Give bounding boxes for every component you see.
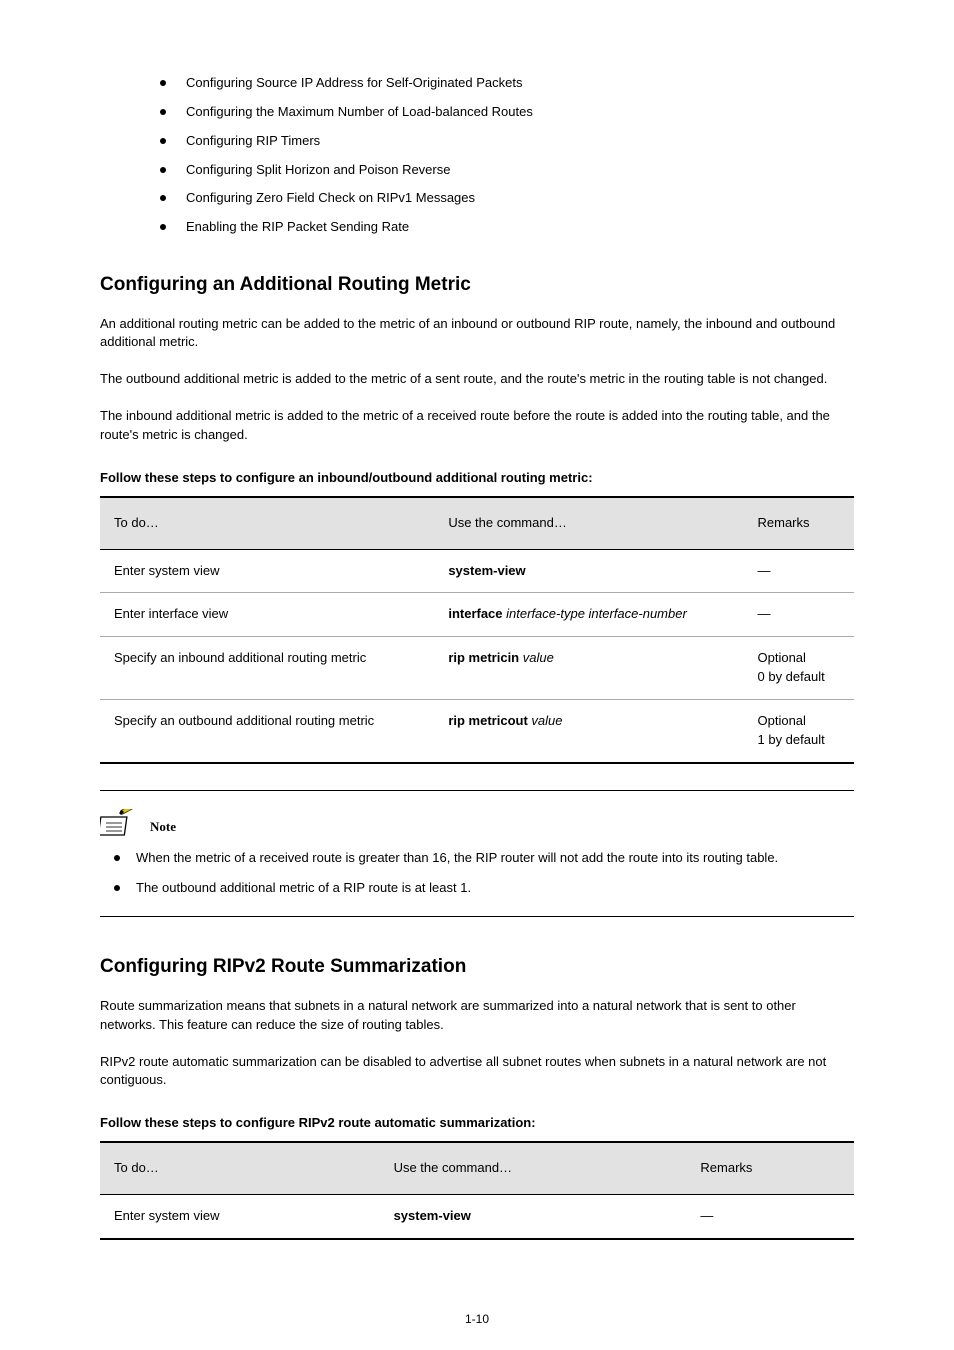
command-keyword: interface bbox=[448, 606, 502, 621]
note-head: Note bbox=[100, 809, 854, 837]
cell: — bbox=[686, 1194, 854, 1238]
cell: system-view bbox=[380, 1194, 687, 1238]
paragraph: RIPv2 route automatic summarization can … bbox=[100, 1053, 854, 1091]
list-item: Configuring RIP Timers bbox=[160, 132, 854, 151]
list-item: Configuring Zero Field Check on RIPv1 Me… bbox=[160, 189, 854, 208]
table-row: Enter interface view interface interface… bbox=[100, 593, 854, 637]
table-row: Specify an outbound additional routing m… bbox=[100, 699, 854, 762]
cell: Enter interface view bbox=[100, 593, 434, 637]
page-number: 1-10 bbox=[465, 1311, 489, 1328]
list-item: Configuring Source IP Address for Self-O… bbox=[160, 74, 854, 93]
cell: — bbox=[744, 549, 855, 593]
note-item: When the metric of a received route is g… bbox=[114, 849, 854, 868]
command-keyword: rip metricin bbox=[448, 650, 519, 665]
bullet-text: Configuring Source IP Address for Self-O… bbox=[186, 75, 523, 90]
cell: Optional1 by default bbox=[744, 699, 855, 762]
list-item: Configuring Split Horizon and Poison Rev… bbox=[160, 161, 854, 180]
bullet-text: Configuring Zero Field Check on RIPv1 Me… bbox=[186, 190, 475, 205]
table-row: Enter system view system-view — bbox=[100, 1194, 854, 1238]
paragraph: The outbound additional metric is added … bbox=[100, 370, 854, 389]
cell: Specify an outbound additional routing m… bbox=[100, 699, 434, 762]
section-heading-additional-metric: Configuring an Additional Routing Metric bbox=[100, 271, 854, 299]
bullet-text: Enabling the RIP Packet Sending Rate bbox=[186, 219, 409, 234]
intro-bullet-list: Configuring Source IP Address for Self-O… bbox=[100, 74, 854, 237]
paragraph: An additional routing metric can be adde… bbox=[100, 315, 854, 353]
section-heading-route-summarization: Configuring RIPv2 Route Summarization bbox=[100, 953, 854, 981]
cell: rip metricin value bbox=[434, 637, 743, 700]
list-item: Enabling the RIP Packet Sending Rate bbox=[160, 218, 854, 237]
note-label: Note bbox=[150, 818, 176, 837]
table-caption: Follow these steps to configure an inbou… bbox=[100, 469, 854, 488]
cell: system-view bbox=[434, 549, 743, 593]
table-header: To do… bbox=[100, 497, 434, 549]
table-row: Specify an inbound additional routing me… bbox=[100, 637, 854, 700]
table-header: Use the command… bbox=[434, 497, 743, 549]
table-header: To do… bbox=[100, 1142, 380, 1194]
note-icon bbox=[100, 809, 144, 837]
note-item: The outbound additional metric of a RIP … bbox=[114, 879, 854, 898]
table-header: Remarks bbox=[744, 497, 855, 549]
route-summarization-table: To do… Use the command… Remarks Enter sy… bbox=[100, 1141, 854, 1240]
cell: rip metricout value bbox=[434, 699, 743, 762]
list-item: Configuring the Maximum Number of Load-b… bbox=[160, 103, 854, 122]
bullet-text: Configuring Split Horizon and Poison Rev… bbox=[186, 162, 450, 177]
note-text: When the metric of a received route is g… bbox=[136, 850, 778, 865]
command: system-view bbox=[448, 563, 525, 578]
cell: Enter system view bbox=[100, 549, 434, 593]
cell: Optional0 by default bbox=[744, 637, 855, 700]
paragraph: The inbound additional metric is added t… bbox=[100, 407, 854, 445]
cell: Specify an inbound additional routing me… bbox=[100, 637, 434, 700]
command: system-view bbox=[394, 1208, 471, 1223]
table-header: Use the command… bbox=[380, 1142, 687, 1194]
note-block: Note When the metric of a received route… bbox=[100, 790, 854, 918]
table-header: Remarks bbox=[686, 1142, 854, 1194]
table-caption: Follow these steps to configure RIPv2 ro… bbox=[100, 1114, 854, 1133]
note-list: When the metric of a received route is g… bbox=[100, 849, 854, 899]
command-arg: value bbox=[531, 713, 562, 728]
paragraph: Route summarization means that subnets i… bbox=[100, 997, 854, 1035]
command-keyword: rip metricout bbox=[448, 713, 527, 728]
cell: — bbox=[744, 593, 855, 637]
cell: Enter system view bbox=[100, 1194, 380, 1238]
additional-metric-table: To do… Use the command… Remarks Enter sy… bbox=[100, 496, 854, 764]
cell: interface interface-type interface-numbe… bbox=[434, 593, 743, 637]
bullet-text: Configuring RIP Timers bbox=[186, 133, 320, 148]
command-arg: interface-type interface-number bbox=[506, 606, 687, 621]
table-row: Enter system view system-view — bbox=[100, 549, 854, 593]
note-text: The outbound additional metric of a RIP … bbox=[136, 880, 471, 895]
bullet-text: Configuring the Maximum Number of Load-b… bbox=[186, 104, 533, 119]
command-arg: value bbox=[523, 650, 554, 665]
